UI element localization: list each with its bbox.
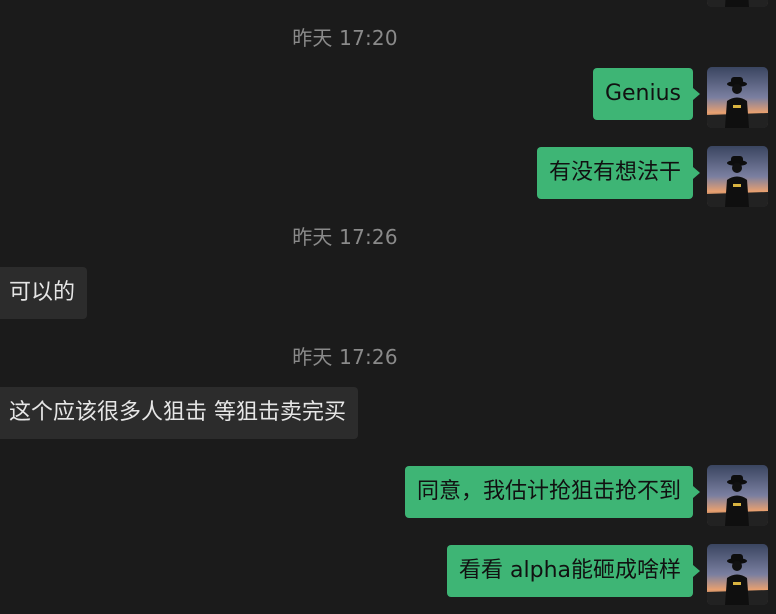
outgoing-message-bubble[interactable]: Genius xyxy=(592,68,701,120)
chat-message-area[interactable]: 昨天 17:20 Genius 有没有想法干 昨天 17:26 可以的 昨天 1… xyxy=(0,0,776,614)
message-timestamp: 昨天 17:20 xyxy=(292,26,398,50)
user-avatar[interactable] xyxy=(707,0,768,7)
outgoing-message-bubble[interactable]: 看看 alpha能砸成啥样 xyxy=(447,545,700,597)
incoming-message-bubble[interactable]: 这个应该很多人狙击 等狙击卖完买 xyxy=(0,387,358,439)
user-avatar[interactable] xyxy=(707,465,768,526)
user-avatar[interactable] xyxy=(707,67,768,128)
outgoing-message-bubble[interactable]: 同意，我估计抢狙击抢不到 xyxy=(404,466,701,518)
outgoing-message-bubble[interactable]: 有没有想法干 xyxy=(536,147,701,199)
incoming-message-bubble[interactable]: 可以的 xyxy=(0,267,88,319)
message-timestamp: 昨天 17:26 xyxy=(292,345,398,369)
user-avatar[interactable] xyxy=(707,146,768,207)
message-timestamp: 昨天 17:26 xyxy=(292,225,398,249)
user-avatar[interactable] xyxy=(707,544,768,605)
